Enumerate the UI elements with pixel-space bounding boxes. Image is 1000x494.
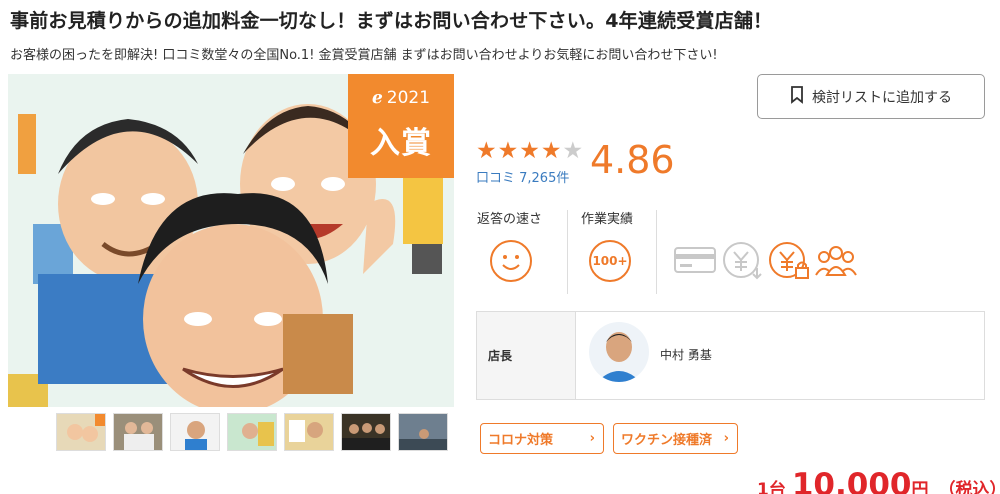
star-icon: ★ — [476, 138, 497, 164]
group-icon — [815, 243, 857, 283]
yen-refund-icon — [721, 240, 765, 286]
thumbnail-7[interactable] — [398, 413, 448, 451]
response-speed-label: 返答の速さ — [477, 212, 543, 227]
star-empty-icon: ★ — [562, 138, 584, 164]
review-count-link[interactable]: 口コミ 7,265件 — [476, 167, 569, 186]
work-record-label: 作業実績 — [581, 212, 634, 227]
tag-label: コロナ対策 — [488, 433, 554, 448]
award-logo-icon: ℯ — [371, 88, 383, 108]
tag-corona-measures[interactable]: コロナ対策 › — [480, 423, 604, 454]
bookmark-icon — [790, 85, 804, 108]
manager-name: 中村 勇基 — [660, 348, 712, 362]
yen-lock-icon — [767, 240, 813, 286]
price-unit: 1台 — [757, 480, 786, 494]
page-subtitle: お客様の困ったを即解決! 口コミ数堂々の全国No.1! 金賞受賞店舗 まずはお問… — [10, 48, 718, 63]
manager-card: 店長 中村 勇基 — [476, 311, 985, 400]
tag-label: ワクチン接種済 — [621, 433, 713, 448]
thumbnail-1[interactable] — [56, 413, 106, 451]
chevron-right-icon: › — [589, 431, 595, 446]
divider — [656, 210, 657, 294]
award-year: 2021 — [386, 88, 431, 108]
star-icon: ★ — [540, 138, 562, 164]
work-record-badge: 100+ — [589, 240, 631, 282]
tag-vaccinated[interactable]: ワクチン接種済 › — [613, 423, 738, 454]
price-currency: 円 — [911, 480, 929, 494]
price: 1台 10,000円 （税込） — [757, 467, 1000, 494]
credit-card-icon — [673, 244, 717, 280]
star-icon: ★ — [519, 138, 540, 164]
price-tax-note: （税込） — [938, 480, 1000, 494]
star-icon: ★ — [497, 138, 519, 164]
award-label: 入賞 — [370, 126, 432, 161]
award-badge: ℯ 2021 入賞 — [348, 74, 454, 178]
chevron-right-icon: › — [723, 431, 729, 446]
thumbnail-3[interactable] — [170, 413, 220, 451]
page-title: 事前お見積りからの追加料金一切なし！まずはお問い合わせ下さい。4年連続受賞店舗！ — [10, 10, 773, 32]
thumbnail-2[interactable] — [113, 413, 163, 451]
add-to-list-label: 検討リストに追加する — [812, 89, 952, 106]
divider — [567, 210, 568, 294]
thumbnail-5[interactable] — [284, 413, 334, 451]
thumbnail-6[interactable] — [341, 413, 391, 451]
smile-icon — [490, 240, 532, 282]
rating-stars: ★ ★ ★ ★ ★ — [476, 140, 583, 163]
rating-score: 4.86 — [590, 138, 675, 182]
thumbnail-4[interactable] — [227, 413, 277, 451]
add-to-list-button[interactable]: 検討リストに追加する — [757, 74, 985, 119]
manager-role-label: 店長 — [477, 312, 576, 399]
thumbnail-strip — [56, 413, 448, 451]
price-amount: 10,000 — [791, 467, 912, 494]
manager-avatar[interactable] — [589, 322, 649, 382]
main-photo[interactable]: ℯ 2021 入賞 — [8, 74, 454, 407]
